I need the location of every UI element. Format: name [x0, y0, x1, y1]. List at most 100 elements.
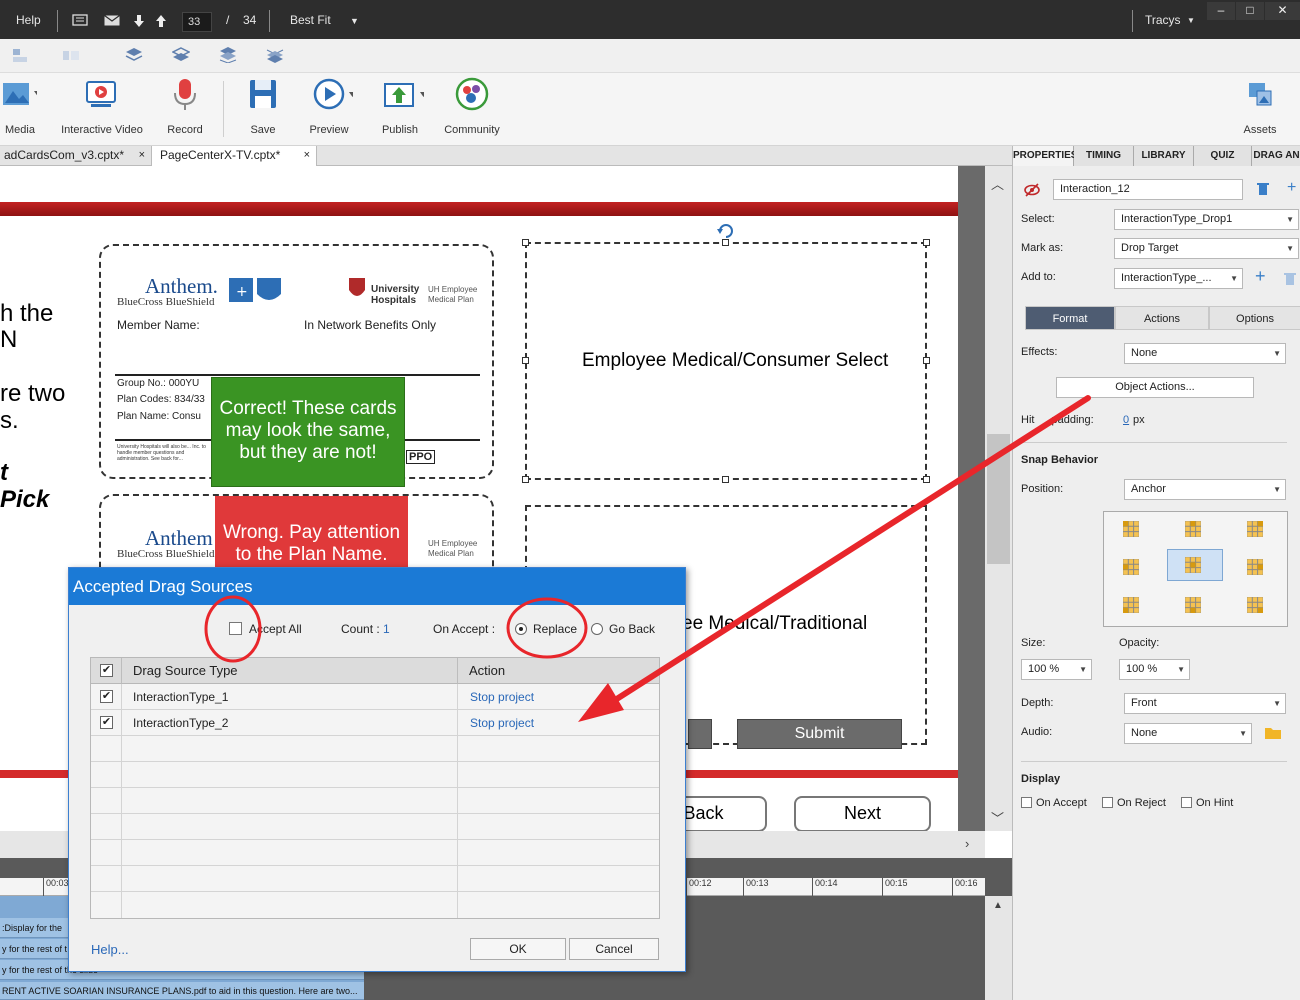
slide-notes-icon[interactable] — [72, 14, 88, 26]
chevron-right-icon[interactable]: › — [965, 836, 969, 851]
plus-icon[interactable]: + — [1255, 266, 1266, 287]
anchor-top-left-icon[interactable] — [1123, 521, 1139, 537]
anchor-bottom-right-icon[interactable] — [1247, 597, 1263, 613]
size-input[interactable]: 100 % ▼ — [1021, 659, 1092, 680]
minimize-button[interactable]: – — [1207, 2, 1235, 20]
media-button[interactable]: Media — [0, 77, 41, 136]
help-link[interactable]: Help... — [91, 942, 129, 957]
anchor-center-icon[interactable] — [1185, 557, 1201, 573]
effects-dropdown[interactable]: None ▼ — [1124, 343, 1286, 364]
close-button[interactable]: ✕ — [1265, 2, 1300, 20]
table-row[interactable]: ✔ InteractionType_2 Stop project — [91, 710, 659, 736]
resize-handle[interactable] — [522, 239, 529, 246]
row-checkbox-cell[interactable]: ✔ — [91, 710, 122, 736]
tab-drag-and-drop[interactable]: DRAG AN — [1252, 146, 1300, 166]
on-hint-checkbox[interactable]: On Hint — [1181, 797, 1233, 809]
trash-icon[interactable] — [1284, 272, 1296, 286]
folder-icon[interactable] — [1265, 726, 1282, 740]
timeline-track[interactable]: RENT ACTIVE SOARIAN INSURANCE PLANS.pdf … — [0, 982, 364, 1000]
doc-tab-active[interactable]: PageCenterX-TV.cptx* × — [152, 146, 317, 166]
close-tab-icon[interactable]: × — [304, 146, 310, 165]
reset-button-partial[interactable] — [688, 719, 712, 749]
send-to-back-icon[interactable] — [266, 47, 284, 63]
anchor-bottom-center-icon[interactable] — [1185, 597, 1201, 613]
resize-handle[interactable] — [722, 476, 729, 483]
subtab-actions[interactable]: Actions — [1115, 306, 1209, 330]
trash-icon[interactable] — [1257, 182, 1269, 196]
chevron-down-icon[interactable]: ▼ — [350, 16, 359, 26]
resize-handle[interactable] — [522, 476, 529, 483]
chevron-down-icon[interactable]: ﹀ — [991, 808, 1004, 827]
anchor-bottom-left-icon[interactable] — [1123, 597, 1139, 613]
page-number-input[interactable]: 33 — [182, 12, 212, 32]
visibility-eye-icon[interactable] — [1023, 182, 1041, 198]
plus-icon[interactable]: + — [1287, 179, 1296, 197]
close-tab-icon[interactable]: × — [139, 146, 145, 165]
distribute-icon[interactable] — [62, 47, 80, 63]
go-back-radio[interactable]: Go Back — [591, 622, 655, 636]
interactive-video-button[interactable]: Interactive Video — [58, 77, 146, 136]
arrow-down-icon[interactable] — [133, 14, 145, 28]
zoom-select[interactable]: Best Fit — [290, 13, 331, 27]
mail-icon[interactable] — [104, 15, 120, 26]
help-menu[interactable]: Help — [16, 13, 41, 27]
submit-button[interactable]: Submit — [737, 719, 902, 749]
arrow-up-icon[interactable] — [155, 14, 167, 28]
depth-dropdown[interactable]: Front ▼ — [1124, 693, 1286, 714]
add-to-dropdown[interactable]: InteractionType_... ▼ — [1114, 268, 1243, 289]
row-checkbox-cell[interactable]: ✔ — [91, 684, 122, 710]
user-menu[interactable]: Tracys — [1145, 13, 1181, 27]
ok-button[interactable]: OK — [470, 938, 566, 960]
assets-button[interactable]: Assets — [1238, 77, 1282, 136]
doc-tab[interactable]: adCardsCom_v3.cptx* × — [0, 146, 152, 166]
chevron-down-icon[interactable]: ▼ — [1187, 16, 1195, 25]
select-all-header[interactable]: ✔ — [91, 658, 122, 684]
action-cell[interactable]: Stop project — [458, 684, 659, 710]
anchor-middle-left-icon[interactable] — [1123, 559, 1139, 575]
replace-radio[interactable]: Replace — [515, 622, 577, 636]
select-dropdown[interactable]: InteractionType_Drop1 ▼ — [1114, 209, 1299, 230]
action-cell[interactable]: Stop project — [458, 710, 659, 736]
resize-handle[interactable] — [923, 476, 930, 483]
publish-button[interactable]: Publish — [376, 77, 427, 136]
hit-padding-value[interactable]: 0 — [1123, 414, 1129, 426]
resize-handle[interactable] — [522, 357, 529, 364]
wrong-feedback[interactable]: Wrong. Pay attention to the Plan Name. — [215, 496, 408, 568]
opacity-input[interactable]: 100 % ▼ — [1119, 659, 1190, 680]
send-backward-icon[interactable] — [172, 47, 190, 63]
tab-library[interactable]: LIBRARY — [1134, 146, 1194, 166]
item-name-field[interactable]: Interaction_12 — [1053, 179, 1243, 200]
resize-handle[interactable] — [923, 357, 930, 364]
tab-timing[interactable]: TIMING — [1074, 146, 1134, 166]
on-accept-checkbox[interactable]: On Accept — [1021, 797, 1087, 809]
anchor-middle-right-icon[interactable] — [1247, 559, 1263, 575]
arrow-up-icon[interactable]: ▲ — [993, 900, 1003, 911]
save-button[interactable]: Save — [243, 77, 283, 136]
align-icon[interactable] — [12, 47, 30, 63]
stage-vertical-scrollbar[interactable]: ︿ ﹀ — [985, 166, 1012, 831]
timeline-scrollbar[interactable]: ▲ — [985, 896, 1012, 1000]
accept-all-checkbox[interactable]: Accept All — [229, 622, 302, 636]
audio-dropdown[interactable]: None ▼ — [1124, 723, 1252, 744]
correct-feedback[interactable]: Correct! These cards may look the same, … — [211, 377, 405, 487]
subtab-format[interactable]: Format — [1025, 306, 1115, 330]
next-button[interactable]: Next — [794, 796, 931, 832]
mark-as-dropdown[interactable]: Drop Target ▼ — [1114, 238, 1299, 259]
chevron-up-icon[interactable]: ︿ — [991, 174, 1004, 193]
bring-to-front-icon[interactable] — [219, 47, 237, 63]
community-button[interactable]: Community — [443, 77, 501, 136]
scroll-thumb[interactable] — [987, 434, 1010, 564]
on-reject-checkbox[interactable]: On Reject — [1102, 797, 1166, 809]
cancel-button[interactable]: Cancel — [569, 938, 659, 960]
resize-handle[interactable] — [923, 239, 930, 246]
maximize-button[interactable]: □ — [1236, 2, 1264, 20]
subtab-options[interactable]: Options — [1209, 306, 1300, 330]
table-row[interactable]: ✔ InteractionType_1 Stop project — [91, 684, 659, 710]
record-button[interactable]: Record — [163, 77, 207, 136]
bring-forward-icon[interactable] — [125, 47, 143, 63]
rotate-handle-icon[interactable] — [716, 221, 736, 239]
tab-quiz[interactable]: QUIZ — [1194, 146, 1252, 166]
object-actions-button[interactable]: Object Actions... — [1056, 377, 1254, 398]
resize-handle[interactable] — [722, 239, 729, 246]
anchor-top-right-icon[interactable] — [1247, 521, 1263, 537]
